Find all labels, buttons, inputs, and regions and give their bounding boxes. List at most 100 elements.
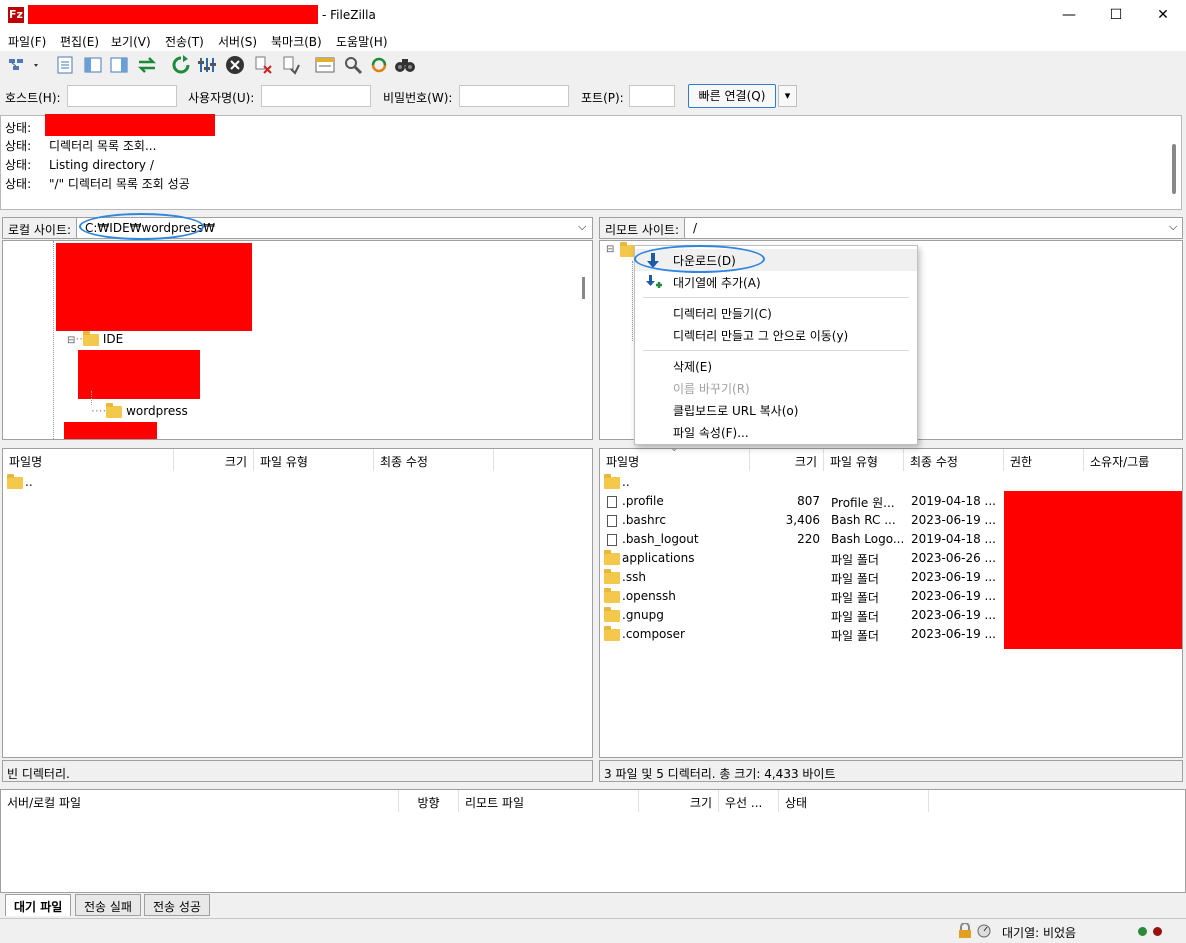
remote-col-type[interactable]: 파일 유형 bbox=[824, 449, 904, 471]
log-line: 상태: Listing directory / bbox=[5, 158, 154, 172]
file-type: Bash Logo... bbox=[831, 532, 905, 546]
toggle-remote-tree-icon[interactable] bbox=[108, 54, 130, 76]
redacted-log-text bbox=[45, 114, 215, 136]
remote-site-bar: 리모트 사이트: / ⌵ bbox=[599, 217, 1183, 239]
folder-icon bbox=[604, 587, 620, 603]
username-input[interactable] bbox=[261, 85, 371, 107]
tab-successful-transfers[interactable]: 전송 성공 bbox=[144, 894, 210, 916]
status-bar: 대기열: 비었음 bbox=[0, 918, 1186, 943]
minimize-button[interactable]: — bbox=[1046, 0, 1092, 31]
process-queue-icon[interactable] bbox=[196, 54, 218, 76]
queue-col-status[interactable]: 상태 bbox=[779, 790, 929, 812]
log-scrollbar[interactable] bbox=[1172, 144, 1176, 194]
menu-item-delete[interactable]: 삭제(E) bbox=[635, 355, 917, 377]
reconnect-icon[interactable] bbox=[280, 54, 302, 76]
file-modified: 2019-04-18 ... bbox=[911, 532, 996, 546]
refresh-icon[interactable] bbox=[170, 54, 192, 76]
port-input[interactable] bbox=[629, 85, 675, 107]
remote-col-modified[interactable]: 최종 수정 bbox=[904, 449, 1004, 471]
menu-item-add-to-queue[interactable]: 대기열에 추가(A) bbox=[635, 271, 917, 293]
folder-icon bbox=[604, 549, 620, 565]
menu-transfer[interactable]: 전송(T) bbox=[165, 33, 204, 50]
title-bar: Fz - FileZilla — ☐ ✕ bbox=[0, 0, 1186, 31]
local-col-modified[interactable]: 최종 수정 bbox=[374, 449, 494, 471]
activity-led-icon bbox=[1153, 927, 1162, 936]
local-col-size[interactable]: 크기 bbox=[174, 449, 254, 471]
local-site-label: 로컬 사이트: bbox=[3, 218, 78, 238]
directory-listing-filters-icon[interactable] bbox=[314, 54, 336, 76]
tab-queued-files[interactable]: 대기 파일 bbox=[5, 894, 72, 916]
file-type: 파일 폴더 bbox=[831, 553, 879, 567]
menu-item-copy-url[interactable]: 클립보드로 URL 복사(o) bbox=[635, 399, 917, 421]
toggle-local-tree-icon[interactable] bbox=[82, 54, 104, 76]
local-col-type[interactable]: 파일 유형 bbox=[254, 449, 374, 471]
quickconnect-dropdown-button[interactable]: ▾ bbox=[778, 85, 797, 107]
menu-server[interactable]: 서버(S) bbox=[218, 33, 257, 50]
remote-col-owner[interactable]: 소유자/그룹 bbox=[1084, 449, 1182, 471]
menu-bookmarks[interactable]: 북마크(B) bbox=[271, 33, 322, 50]
log-line: 상태: bbox=[5, 121, 32, 135]
tree-scrollbar[interactable] bbox=[582, 277, 585, 299]
local-file-list: 파일명 ⌃ 크기 파일 유형 최종 수정 .. bbox=[2, 448, 593, 758]
file-type: Profile 원... bbox=[831, 496, 895, 510]
sync-browsing-icon[interactable] bbox=[368, 54, 390, 76]
menu-view[interactable]: 보기(V) bbox=[111, 33, 151, 50]
quickconnect-bar: 호스트(H): 사용자명(U): 비밀번호(W): 포트(P): 빠른 연결(Q… bbox=[0, 82, 1186, 112]
menu-edit[interactable]: 편집(E) bbox=[60, 33, 99, 50]
file-type: 파일 폴더 bbox=[831, 591, 879, 605]
menu-item-create-directory[interactable]: 디렉터리 만들기(C) bbox=[635, 302, 917, 324]
disconnect-icon[interactable] bbox=[252, 54, 274, 76]
folder-icon bbox=[604, 606, 620, 622]
directory-comparison-icon[interactable] bbox=[342, 54, 364, 76]
tree-line bbox=[91, 391, 92, 405]
tree-item-wordpress[interactable]: ···· wordpress bbox=[91, 402, 188, 418]
file-icon bbox=[607, 533, 617, 546]
tree-line bbox=[632, 261, 633, 341]
queue-col-remote-file[interactable]: 리모트 파일 bbox=[459, 790, 639, 812]
password-input[interactable] bbox=[459, 85, 569, 107]
close-button[interactable]: ✕ bbox=[1140, 0, 1186, 31]
queue-col-size[interactable]: 크기 bbox=[639, 790, 719, 812]
redacted-tree-items bbox=[78, 350, 200, 399]
file-size: 3,406 bbox=[785, 513, 820, 527]
local-status: 빈 디렉터리. bbox=[2, 760, 593, 782]
toolbar bbox=[0, 51, 1186, 79]
chevron-down-icon[interactable]: ⌵ bbox=[578, 220, 586, 234]
table-row[interactable]: .. bbox=[3, 473, 592, 492]
folder-icon bbox=[604, 625, 620, 641]
toggle-queue-icon[interactable] bbox=[136, 54, 158, 76]
search-remote-files-icon[interactable] bbox=[394, 54, 416, 76]
menu-help[interactable]: 도움말(H) bbox=[336, 33, 388, 50]
menu-item-create-directory-enter[interactable]: 디렉터리 만들고 그 안으로 이동(y) bbox=[635, 324, 917, 346]
menu-item-file-properties[interactable]: 파일 속성(F)... bbox=[635, 421, 917, 443]
remote-path-input[interactable]: / bbox=[693, 221, 697, 235]
file-modified: 2019-04-18 ... bbox=[911, 494, 996, 508]
queue-col-local-file[interactable]: 서버/로컬 파일 bbox=[1, 790, 399, 812]
quickconnect-button[interactable]: 빠른 연결(Q) bbox=[688, 84, 776, 108]
remote-status: 3 파일 및 5 디렉터리. 총 크기: 4,433 바이트 bbox=[599, 760, 1183, 782]
folder-icon bbox=[604, 473, 620, 489]
toggle-log-icon[interactable] bbox=[54, 54, 76, 76]
tab-failed-transfers[interactable]: 전송 실패 bbox=[75, 894, 141, 916]
log-line: 상태: 디렉터리 목록 조회... bbox=[5, 139, 157, 153]
tree-line bbox=[53, 241, 54, 439]
tree-item-ide[interactable]: ⊟·· IDE bbox=[67, 330, 123, 346]
remote-col-size[interactable]: 크기 bbox=[750, 449, 824, 471]
file-name: .openssh bbox=[622, 589, 676, 603]
cancel-operation-icon[interactable] bbox=[224, 54, 246, 76]
chevron-down-icon[interactable]: ⌵ bbox=[1169, 220, 1177, 234]
filezilla-app-icon: Fz bbox=[8, 7, 24, 23]
remote-col-permissions[interactable]: 권한 bbox=[1004, 449, 1084, 471]
queue-col-priority[interactable]: 우선 ... bbox=[719, 790, 779, 812]
table-row[interactable]: .. bbox=[600, 473, 1182, 492]
menu-file[interactable]: 파일(F) bbox=[8, 33, 46, 50]
site-manager-icon[interactable] bbox=[6, 54, 42, 76]
queue-status: 대기열: 비었음 bbox=[1002, 926, 1077, 940]
maximize-button[interactable]: ☐ bbox=[1093, 0, 1139, 31]
tree-expander[interactable]: ⊟ bbox=[606, 244, 614, 255]
file-type: 파일 폴더 bbox=[831, 629, 879, 643]
queue-col-direction[interactable]: 방향 bbox=[399, 790, 459, 812]
file-modified: 2023-06-19 ... bbox=[911, 570, 996, 584]
password-label: 비밀번호(W): bbox=[383, 91, 453, 105]
host-input[interactable] bbox=[67, 85, 177, 107]
